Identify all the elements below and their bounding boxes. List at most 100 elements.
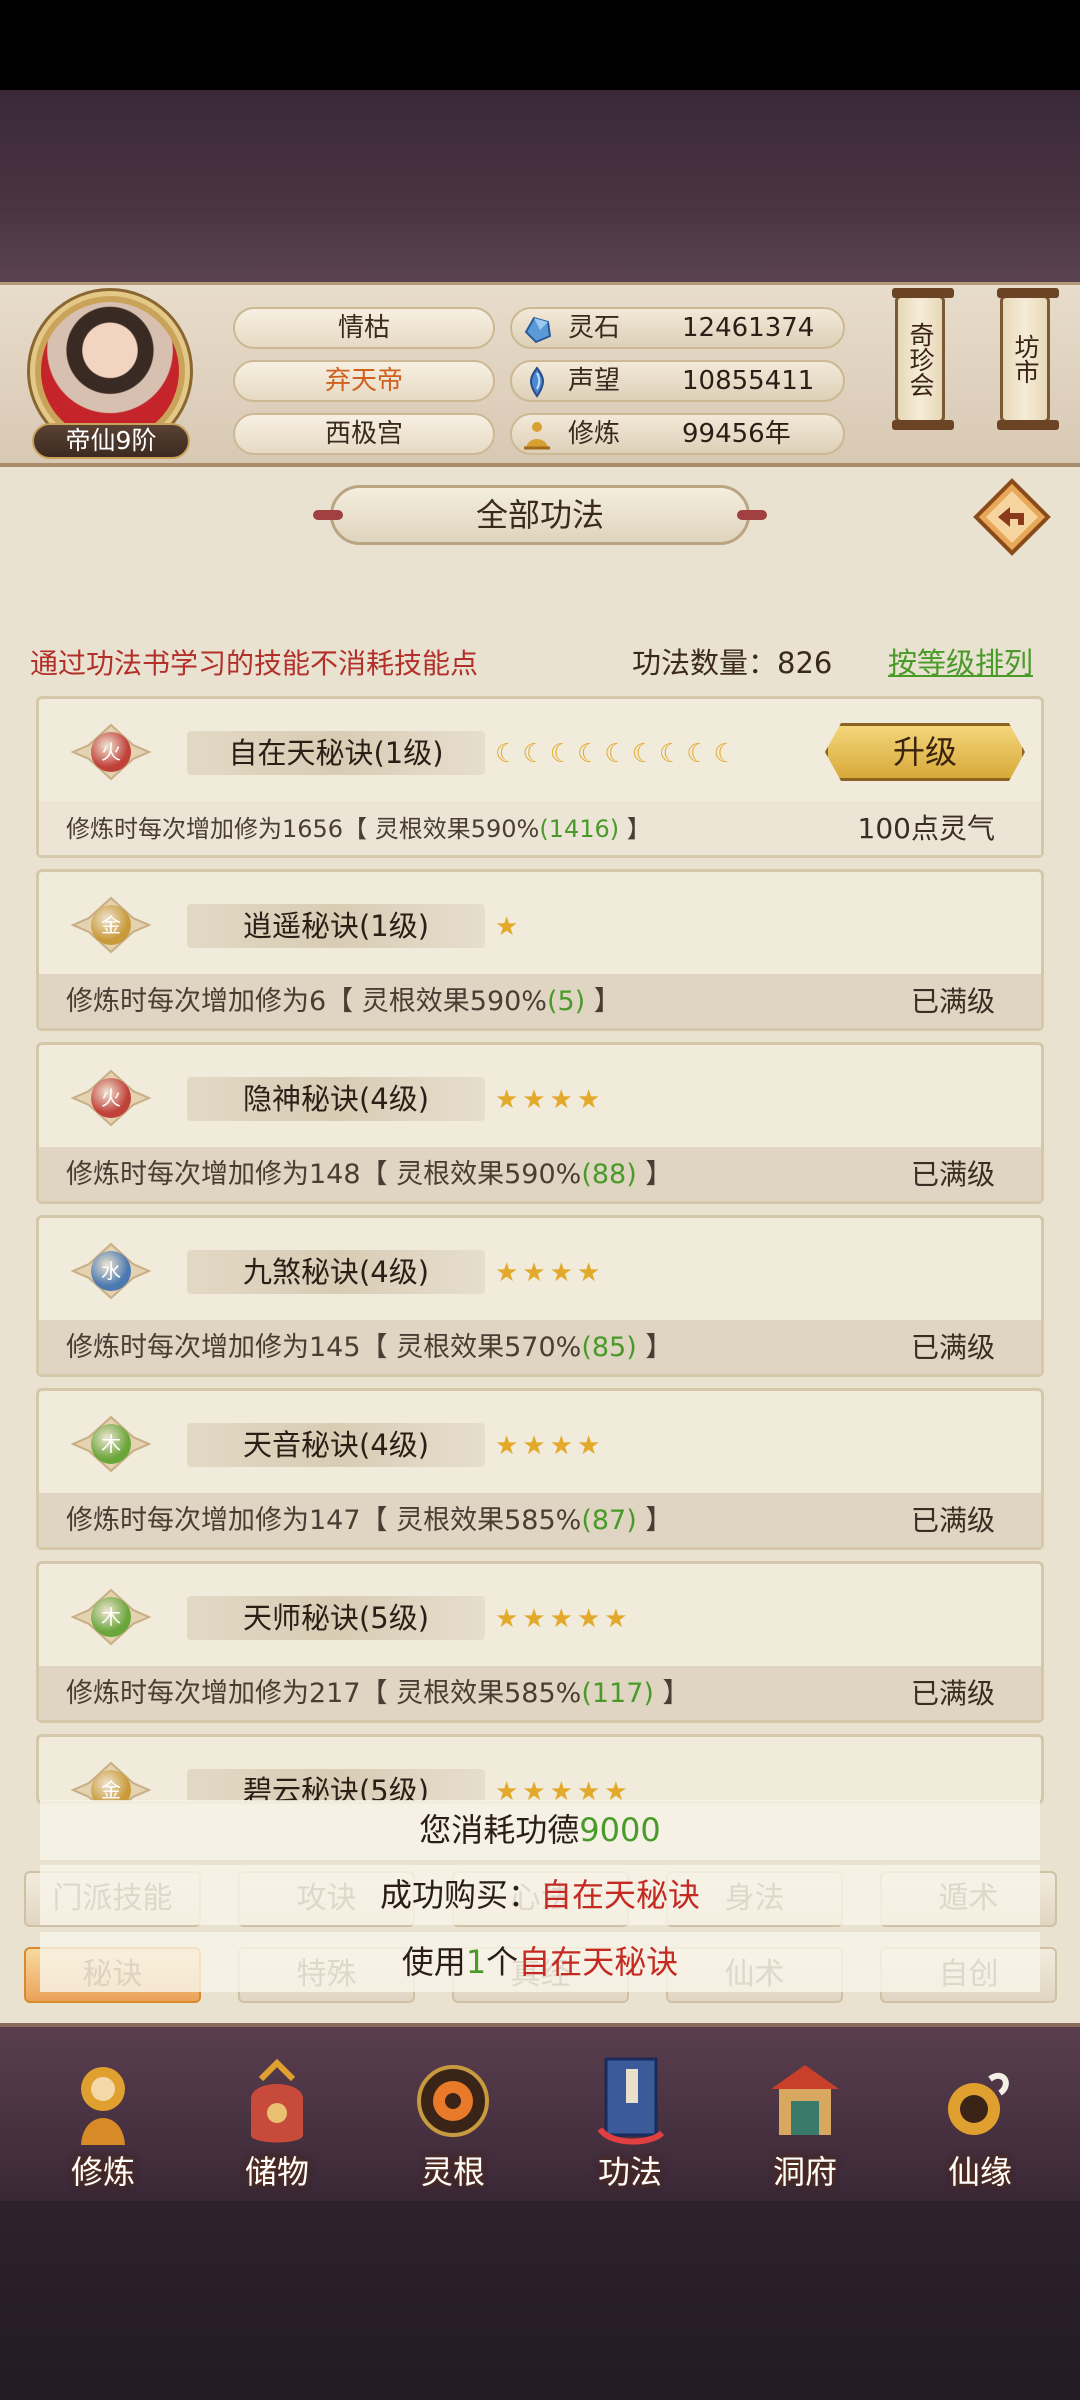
effect-bonus: (88) xyxy=(581,1159,637,1190)
star-icon: ★ xyxy=(495,1258,519,1288)
technique-count: 功法数量：826 xyxy=(632,646,833,680)
effect-bonus: (87) xyxy=(581,1505,637,1536)
nav-label: 仙缘 xyxy=(947,2153,1012,2191)
nav-item-5[interactable]: 仙缘 xyxy=(905,2037,1055,2197)
market-button[interactable]: 坊市 xyxy=(997,288,1059,430)
skill-card[interactable]: 木天音秘诀(4级) ★ ★ ★ ★ 修炼时每次增加修为147【 灵根效果585%(87) … xyxy=(36,1388,1044,1550)
cultivation-icon xyxy=(524,422,550,450)
sort-by-level-link[interactable]: 按等级排列 xyxy=(888,640,1033,682)
star-icon: ★ xyxy=(576,1431,601,1461)
level-indicator: ★ ★ ★ ★ xyxy=(495,1256,600,1290)
moon-icon: ☾ xyxy=(549,739,573,769)
nav-item-0[interactable]: 修炼 xyxy=(28,2037,178,2197)
technique-book-icon xyxy=(597,2057,665,2145)
star-icon: ★ xyxy=(495,912,519,942)
star-icon: ★ xyxy=(576,1258,601,1288)
max-level-label: 已满级 xyxy=(910,1677,995,1710)
element-badge-icon: 金 xyxy=(70,890,152,960)
effect-text: 】 xyxy=(653,1678,690,1709)
status-bar xyxy=(0,0,1080,90)
effect-bonus: (85) xyxy=(581,1332,637,1363)
skill-name: 逍遥秘诀(1级) xyxy=(187,904,485,948)
stat-label: 灵石 xyxy=(568,313,621,343)
upgrade-cost: 100点灵气 xyxy=(857,812,995,845)
max-level-label: 已满级 xyxy=(910,1331,995,1364)
upgrade-button[interactable]: 升级 xyxy=(825,723,1025,781)
skill-card[interactable]: 金碧云秘诀(5级) ★ ★ ★ ★ ★ xyxy=(36,1734,1044,1804)
level-indicator: ★ ★ ★ ★ xyxy=(495,1083,600,1117)
skill-card[interactable]: 水九煞秘诀(4级) ★ ★ ★ ★ 修炼时每次增加修为145【 灵根效果570%(85) … xyxy=(36,1215,1044,1377)
max-level-label: 已满级 xyxy=(910,1504,995,1537)
panel-title: 全部功法 xyxy=(313,485,767,545)
skill-card[interactable]: 火隐神秘诀(4级) ★ ★ ★ ★ 修炼时每次增加修为148【 灵根效果590%(88) … xyxy=(36,1042,1044,1204)
scroll-cap xyxy=(892,288,954,298)
star-icon: ★ xyxy=(604,1604,628,1634)
stat-value: 12461374 xyxy=(682,313,815,343)
profile-header: 帝仙9阶 情枯 弃天帝 西极宫 灵石 12461374 声望 10855411 … xyxy=(0,282,1080,467)
star-icon: ★ xyxy=(549,1085,573,1115)
level-indicator: ★ ★ ★ ★ xyxy=(495,1429,600,1463)
skill-name: 九煞秘诀(4级) xyxy=(187,1250,485,1294)
cave-dwelling-icon xyxy=(771,2065,839,2135)
moon-icon: ☾ xyxy=(658,739,683,769)
effect-bonus: (1416) xyxy=(539,815,620,843)
toast-text: 您消耗功德 xyxy=(419,1811,580,1849)
stat-label: 修炼 xyxy=(568,419,621,449)
rank-badge: 帝仙9阶 xyxy=(32,423,190,459)
element-badge-icon: 水 xyxy=(70,1236,152,1306)
stat-value: 10855411 xyxy=(682,366,815,396)
nav-item-3[interactable]: 功法 xyxy=(555,2037,705,2197)
stat-reputation: 声望 10855411 xyxy=(510,360,845,402)
toast-text: 个 xyxy=(486,1943,519,1981)
nav-item-2[interactable]: 灵根 xyxy=(378,2037,528,2197)
nav-item-1[interactable]: 储物 xyxy=(202,2037,352,2197)
moon-icon: ☾ xyxy=(576,739,601,769)
cultivate-icon xyxy=(81,2067,125,2145)
player-name: 情枯 xyxy=(233,307,495,349)
skill-effect: 修炼时每次增加修为145【 灵根效果570%(85) 】 xyxy=(66,1328,672,1368)
effect-bonus: (5) xyxy=(546,986,586,1017)
back-arrow-icon[interactable] xyxy=(972,477,1052,557)
effect-text: 】 xyxy=(636,1505,673,1536)
skill-card[interactable]: 木天师秘诀(5级) ★ ★ ★ ★ ★ 修炼时每次增加修为217【 灵根效果585%(117… xyxy=(36,1561,1044,1723)
stat-value: 99456年 xyxy=(682,419,791,449)
use-toast: 使用1个自在天秘诀 xyxy=(40,1932,1040,1992)
element-label: 金 xyxy=(91,1770,131,1801)
effect-text: 修炼时每次增加修为147【 灵根效果585% xyxy=(66,1505,582,1536)
effect-text: 】 xyxy=(636,1332,673,1363)
bottom-navigation: 修炼 储物 灵根 功法 洞府 仙缘 xyxy=(0,2023,1080,2201)
scroll-cap xyxy=(997,288,1059,298)
treasure-auction-button[interactable]: 奇珍会 xyxy=(892,288,954,430)
moon-icon: ☾ xyxy=(686,739,710,769)
skill-card[interactable]: 金 逍遥秘诀(1级) ★ 修炼时每次增加修为6【 灵根效果590%(5) 】 已满级 xyxy=(36,869,1044,1031)
star-icon: ★ xyxy=(522,1258,546,1288)
player-location: 西极宫 xyxy=(233,413,495,455)
max-level-label: 已满级 xyxy=(910,1158,995,1191)
toast-text: 使用 xyxy=(401,1943,466,1981)
moon-icon: ☾ xyxy=(495,739,519,769)
nav-label: 储物 xyxy=(244,2153,309,2191)
star-icon: ★ xyxy=(522,1085,546,1115)
star-icon: ★ xyxy=(522,1604,546,1634)
toast-item: 自在天秘诀 xyxy=(540,1876,701,1914)
top-background xyxy=(0,90,1080,285)
skill-effect: 修炼时每次增加修为6【 灵根效果590%(5) 】 xyxy=(66,982,621,1022)
nav-label: 灵根 xyxy=(420,2153,485,2191)
nav-item-4[interactable]: 洞府 xyxy=(730,2037,880,2197)
market-label: 坊市 xyxy=(1011,334,1040,384)
moon-icon: ☾ xyxy=(604,739,628,769)
treasure-auction-label: 奇珍会 xyxy=(906,321,935,397)
immortal-fate-icon xyxy=(948,2072,1009,2135)
cost-toast: 您消耗功德9000 xyxy=(40,1800,1040,1860)
stat-label: 声望 xyxy=(568,366,621,396)
skill-card[interactable]: 火自在天秘诀(1级) ☾ ☾ ☾ ☾ ☾ ☾ ☾ ☾ ☾ 修炼时每次增加修为1656【 灵根效果59… xyxy=(36,696,1044,858)
toast-value: 9000 xyxy=(579,1811,661,1849)
star-icon: ★ xyxy=(495,1604,519,1634)
nav-label: 修炼 xyxy=(70,2153,135,2191)
effect-text: 修炼时每次增加修为1656【 灵根效果590% xyxy=(66,815,540,843)
star-icon: ★ xyxy=(549,1258,573,1288)
effect-bonus: (117) xyxy=(581,1678,654,1709)
nav-label: 洞府 xyxy=(772,2153,837,2191)
level-indicator: ★ ★ ★ ★ ★ xyxy=(495,1602,628,1636)
effect-text: 】 xyxy=(585,986,621,1017)
